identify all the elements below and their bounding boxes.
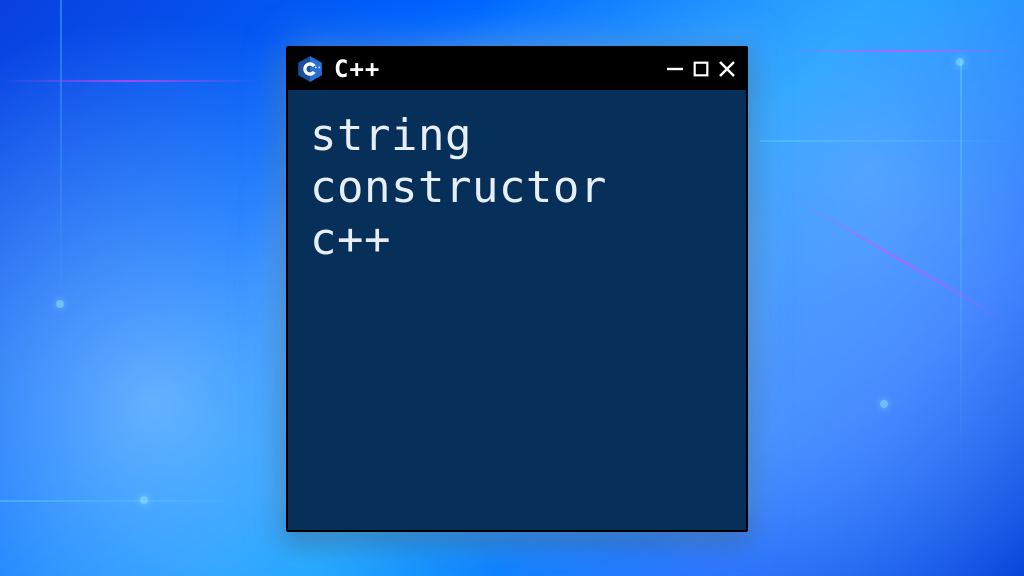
close-icon: [717, 59, 737, 79]
deco-line-magenta: [0, 80, 260, 82]
window-body-text: string constructor c++: [288, 90, 746, 530]
deco-line: [760, 140, 1024, 142]
minimize-button[interactable]: [664, 58, 686, 80]
window-title: C++: [334, 55, 380, 83]
deco-dot: [140, 496, 148, 504]
terminal-window: + + C++ string construc: [286, 46, 748, 532]
deco-dot: [956, 58, 964, 66]
deco-line-magenta: [796, 199, 1008, 323]
deco-dot: [880, 400, 888, 408]
close-button[interactable]: [716, 58, 738, 80]
deco-line: [0, 500, 260, 502]
minimize-icon: [665, 59, 685, 79]
scene-background: + + C++ string construc: [0, 0, 1024, 576]
cpp-logo-icon: + +: [296, 55, 324, 83]
deco-line: [960, 60, 962, 480]
maximize-icon: [692, 60, 710, 78]
svg-text:+: +: [314, 65, 317, 70]
svg-text:+: +: [318, 65, 321, 70]
deco-dot: [56, 300, 64, 308]
maximize-button[interactable]: [690, 58, 712, 80]
titlebar[interactable]: + + C++: [288, 48, 746, 90]
deco-line: [60, 0, 62, 300]
deco-line-magenta: [780, 50, 1024, 52]
